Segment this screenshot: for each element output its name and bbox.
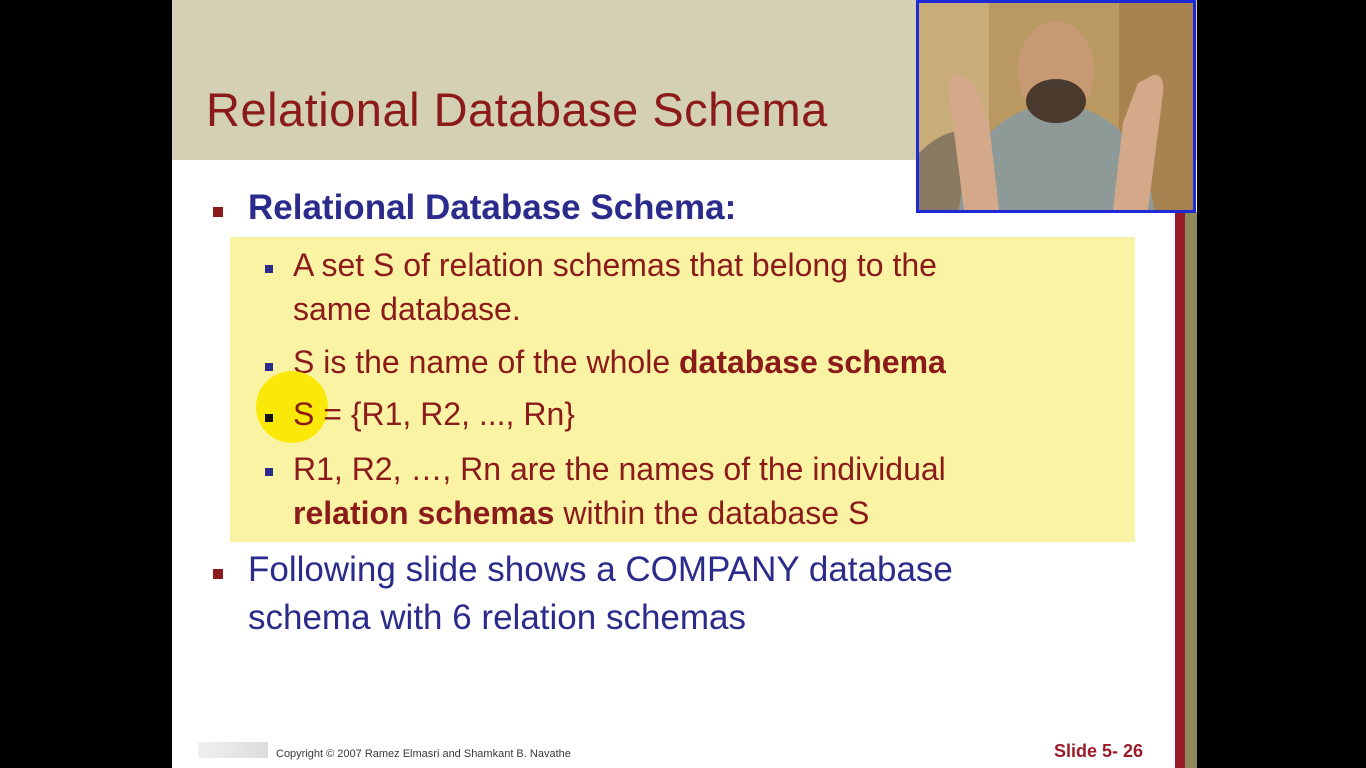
sub-bullet-square-icon	[265, 363, 273, 371]
bullet-text: Relational Database Schema:	[248, 188, 737, 227]
sub-bullet-text: S is the name of the whole database sche…	[293, 340, 946, 384]
slide-number: Slide 5- 26	[1054, 741, 1144, 761]
sub-bullet-bold-term: relation schemas	[293, 495, 555, 531]
sub-bullet-text: A set S of relation schemas that belong …	[293, 247, 937, 283]
footer-logo	[198, 742, 268, 758]
bullet-text-cont: schema with 6 relation schemas	[248, 598, 746, 637]
video-frame: Relational Database Schema Relational Da…	[0, 0, 1366, 768]
sub-bullet-text-part: S is the name of the whole	[293, 344, 679, 380]
sub-bullet-text-cont: same database.	[293, 291, 521, 327]
webcam-overlay-icon	[916, 0, 1196, 213]
sub-bullet-text: S = {R1, R2, ..., Rn}	[293, 396, 575, 432]
bullet-square-icon	[213, 207, 223, 217]
slide-side-bar-olive	[1185, 212, 1197, 768]
slide-title: Relational Database Schema	[206, 83, 828, 136]
slide-side-bar	[1175, 212, 1185, 768]
bullet-square-icon	[213, 569, 223, 579]
sub-bullet-text: R1, R2, …, Rn are the names of the indiv…	[293, 451, 946, 487]
sub-bullet-text-part: within the database S	[554, 495, 870, 531]
presenter-video	[919, 3, 1193, 210]
sub-bullet-text-cont: relation schemas within the database S	[293, 491, 869, 535]
sub-bullet-square-icon	[265, 414, 273, 422]
bullet-text: Following slide shows a COMPANY database	[248, 550, 953, 589]
sub-bullet-bold-term: database schema	[679, 344, 946, 380]
sub-bullet-square-icon	[265, 468, 273, 476]
sub-bullet-square-icon	[265, 265, 273, 273]
copyright-text: Copyright © 2007 Ramez Elmasri and Shamk…	[276, 748, 571, 760]
